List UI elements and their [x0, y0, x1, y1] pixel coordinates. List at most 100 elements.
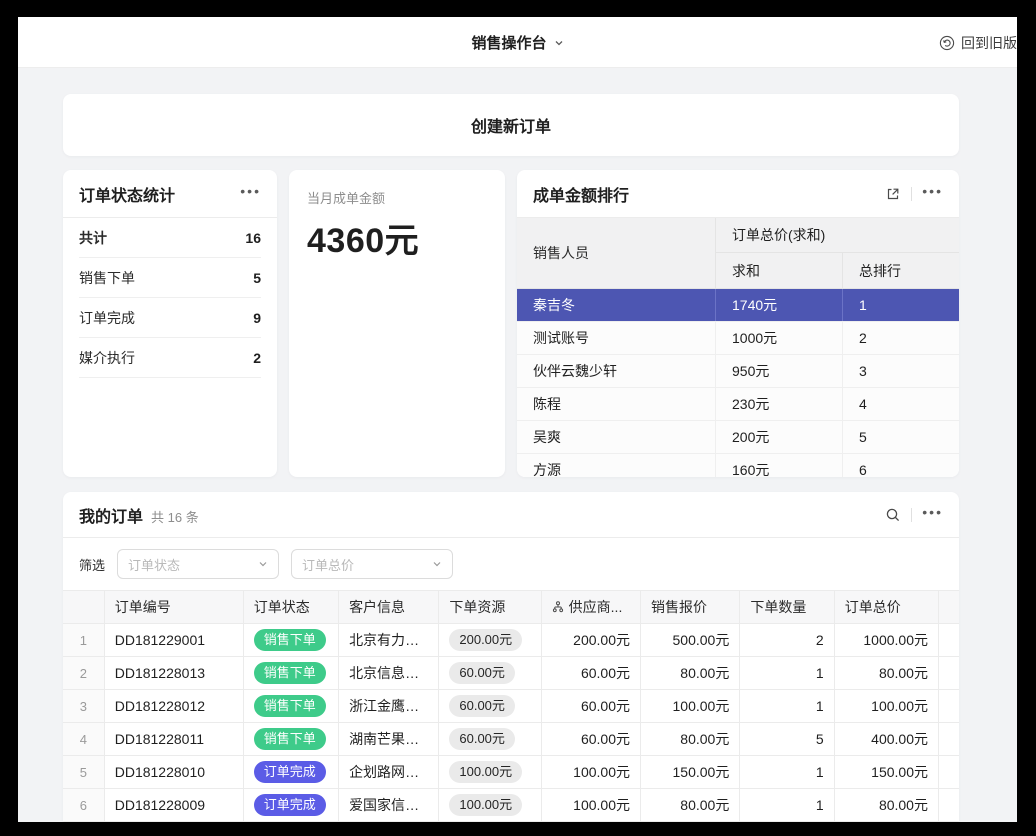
order-total: 1000.00元 — [835, 624, 939, 656]
status-value: 5 — [253, 270, 261, 286]
monthly-amount-value: 4360元 — [307, 213, 487, 262]
sales-quote: 80.00元 — [641, 657, 740, 689]
order-no: DD181229001 — [105, 624, 244, 656]
supplier-price: 60.00元 — [542, 657, 641, 689]
col-supplier-label: 供应商... — [569, 597, 623, 617]
ranking-sum: 230元 — [716, 388, 843, 420]
ranking-name: 吴爽 — [517, 421, 716, 453]
ranking-card-title: 成单金额排行 — [533, 182, 629, 206]
ranking-rank: 1 — [843, 289, 959, 321]
create-order-button[interactable]: 创建新订单 — [63, 94, 959, 156]
customer-info: 企划路网络... — [349, 762, 428, 782]
select-placeholder: 订单总价 — [302, 555, 354, 574]
org-hierarchy-icon — [552, 601, 564, 613]
chevron-down-icon — [258, 559, 268, 569]
ranking-row[interactable]: 测试账号 1000元 2 — [517, 322, 959, 355]
col-spacer — [939, 591, 959, 623]
row-spacer — [939, 624, 959, 656]
col-status[interactable]: 订单状态 — [244, 591, 339, 623]
col-resource[interactable]: 下单资源 — [439, 591, 541, 623]
ranking-rank: 6 — [843, 454, 959, 477]
col-customer[interactable]: 客户信息 — [339, 591, 439, 623]
resource-badge: 60.00元 — [449, 662, 515, 684]
ranking-col-sum: 求和 — [716, 253, 843, 288]
status-list: 共计 16 销售下单 5 订单完成 9 媒介执行 2 — [63, 218, 277, 378]
ranking-name: 伙伴云魏少轩 — [517, 355, 716, 387]
ranking-row[interactable]: 陈程 230元 4 — [517, 388, 959, 421]
ranking-rank: 4 — [843, 388, 959, 420]
monthly-amount-card: 当月成单金额 4360元 — [289, 170, 505, 477]
order-qty: 1 — [740, 789, 834, 821]
sales-quote: 80.00元 — [641, 723, 740, 755]
col-quote[interactable]: 销售报价 — [641, 591, 740, 623]
supplier-price: 100.00元 — [542, 756, 641, 788]
ranking-row[interactable]: 秦吉冬 1740元 1 — [517, 289, 959, 322]
back-to-old-version-button[interactable]: 回到旧版 — [939, 17, 1017, 68]
ranking-row[interactable]: 伙伴云魏少轩 950元 3 — [517, 355, 959, 388]
more-menu-icon[interactable]: ••• — [240, 187, 261, 201]
resource-badge: 60.00元 — [449, 695, 515, 717]
col-supplier[interactable]: 供应商... — [542, 591, 641, 623]
my-orders-card: 我的订单 共 16 条 ••• 筛选 订单状态 — [63, 492, 959, 822]
col-total[interactable]: 订单总价 — [835, 591, 939, 623]
ranking-sum: 200元 — [716, 421, 843, 453]
workspace-title-dropdown[interactable]: 销售操作台 — [471, 17, 563, 68]
status-badge: 订单完成 — [254, 761, 326, 783]
order-row[interactable]: 5 DD181228010 订单完成 企划路网络... 100.00元 100.… — [63, 756, 959, 789]
more-menu-icon[interactable]: ••• — [922, 508, 943, 522]
top-bar: 销售操作台 回到旧版 — [18, 17, 1017, 68]
orders-count: 共 16 条 — [151, 507, 199, 526]
order-total: 100.00元 — [835, 690, 939, 722]
back-to-old-version-label: 回到旧版 — [961, 33, 1017, 53]
resource-badge: 100.00元 — [449, 761, 522, 783]
status-label: 销售下单 — [79, 268, 135, 288]
supplier-price: 60.00元 — [542, 690, 641, 722]
order-total: 400.00元 — [835, 723, 939, 755]
col-order-no[interactable]: 订单编号 — [105, 591, 244, 623]
status-row-sales[interactable]: 销售下单 5 — [79, 258, 261, 298]
row-number: 2 — [63, 657, 105, 689]
order-no: DD181228010 — [105, 756, 244, 788]
row-number: 6 — [63, 789, 105, 821]
status-row-media[interactable]: 媒介执行 2 — [79, 338, 261, 378]
filter-label: 筛选 — [79, 555, 105, 574]
order-qty: 1 — [740, 657, 834, 689]
order-status-filter-select[interactable]: 订单状态 — [117, 549, 279, 579]
status-row-total[interactable]: 共计 16 — [79, 218, 261, 258]
more-menu-icon[interactable]: ••• — [922, 187, 943, 201]
filter-bar: 筛选 订单状态 订单总价 — [63, 538, 959, 590]
sales-quote: 100.00元 — [641, 690, 740, 722]
row-number: 5 — [63, 756, 105, 788]
return-icon — [939, 35, 955, 51]
row-number: 1 — [63, 624, 105, 656]
order-row[interactable]: 2 DD181228013 销售下单 北京信息大... 60.00元 60.00… — [63, 657, 959, 690]
chevron-down-icon — [554, 38, 564, 48]
sales-quote: 500.00元 — [641, 624, 740, 656]
order-row[interactable]: 6 DD181228009 订单完成 爱国家信息... 100.00元 100.… — [63, 789, 959, 822]
chevron-down-icon — [432, 559, 442, 569]
row-number-header — [63, 591, 105, 623]
divider — [911, 187, 912, 201]
customer-info: 北京有力量... — [349, 630, 428, 650]
order-status-stats-card: 订单状态统计 ••• 共计 16 销售下单 5 订单完成 9 媒介执行 — [63, 170, 277, 477]
order-total-filter-select[interactable]: 订单总价 — [291, 549, 453, 579]
order-row[interactable]: 4 DD181228011 销售下单 湖南芒果娱... 60.00元 60.00… — [63, 723, 959, 756]
status-card-title: 订单状态统计 — [79, 182, 175, 206]
status-value: 16 — [245, 230, 261, 246]
ranking-rank: 3 — [843, 355, 959, 387]
order-row[interactable]: 3 DD181228012 销售下单 浙江金鹰卡... 60.00元 60.00… — [63, 690, 959, 723]
col-qty[interactable]: 下单数量 — [740, 591, 834, 623]
search-icon[interactable] — [885, 507, 901, 523]
order-no: DD181228011 — [105, 723, 244, 755]
ranking-row[interactable]: 方源 160元 6 — [517, 454, 959, 477]
ranking-sum: 160元 — [716, 454, 843, 477]
status-badge: 销售下单 — [254, 728, 326, 750]
order-row[interactable]: 1 DD181229001 销售下单 北京有力量... 200.00元 200.… — [63, 624, 959, 657]
status-label: 共计 — [79, 228, 107, 248]
ranking-sum: 1000元 — [716, 322, 843, 354]
ranking-name: 陈程 — [517, 388, 716, 420]
status-row-done[interactable]: 订单完成 9 — [79, 298, 261, 338]
status-badge: 销售下单 — [254, 629, 326, 651]
open-in-new-icon[interactable] — [885, 186, 901, 202]
ranking-row[interactable]: 吴爽 200元 5 — [517, 421, 959, 454]
